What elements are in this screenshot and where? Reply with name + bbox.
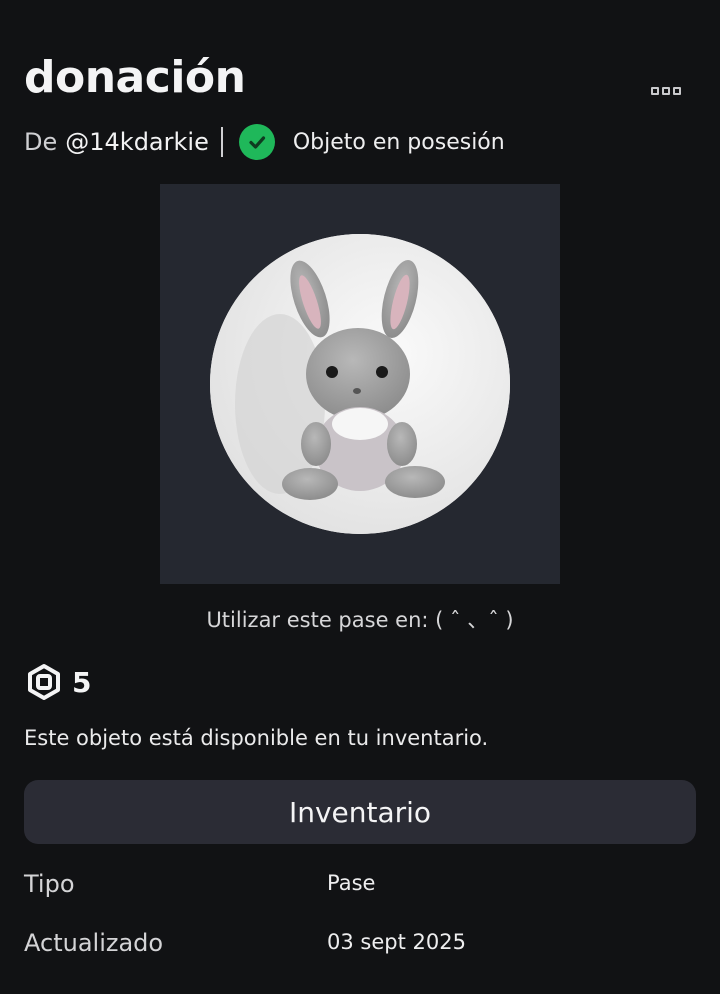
use-in-experience[interactable]: Utilizar este pase en: ( ˆ 、ˆ ) (0, 604, 720, 634)
bunny-plush-image (210, 234, 510, 534)
creator-prefix: De (24, 128, 58, 156)
item-details-page: donación De @14kdarkie Objeto en posesió… (0, 0, 720, 994)
more-options-button[interactable] (642, 78, 690, 104)
byline-divider (220, 127, 223, 157)
checkmark-circle-icon (238, 124, 275, 160)
inventory-button[interactable]: Inventario (24, 780, 696, 844)
owned-status: Objeto en posesión (292, 129, 505, 155)
item-title: donación (24, 52, 246, 103)
item-price: 5 (24, 660, 91, 704)
price-value: 5 (72, 665, 92, 699)
detail-label-type: Tipo (24, 870, 75, 898)
detail-value-updated: 03 sept 2025 (327, 930, 466, 954)
robux-icon (28, 664, 60, 700)
more-options-icon (651, 87, 659, 95)
more-options-dot (662, 87, 670, 95)
detail-value-type: Pase (327, 871, 376, 895)
creator-link[interactable]: @14kdarkie (65, 128, 209, 156)
creator-byline: De @14kdarkie Objeto en posesión (24, 122, 505, 162)
more-options-dot (673, 87, 681, 95)
detail-label-updated: Actualizado (24, 929, 164, 957)
availability-note: Este objeto está disponible en tu invent… (24, 726, 489, 750)
thumbnail-image (210, 234, 510, 534)
item-thumbnail (160, 184, 560, 584)
